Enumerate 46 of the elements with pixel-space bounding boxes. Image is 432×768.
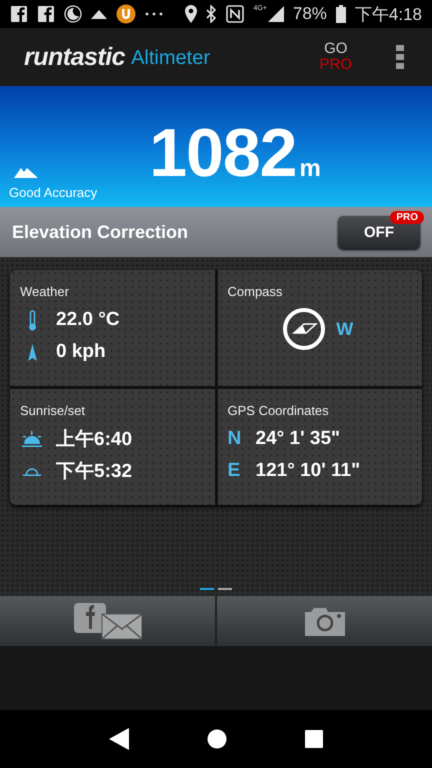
- tile-title: GPS Coordinates: [228, 403, 330, 418]
- clock: 下午4:18: [354, 4, 422, 26]
- compass-icon: [282, 307, 326, 351]
- moon-icon: [64, 5, 82, 23]
- coordinate-value: 121° 10' 11": [256, 460, 360, 482]
- mountain-icon: [14, 166, 38, 178]
- tile-title: Weather: [20, 284, 70, 299]
- altitude-value: 1082: [149, 115, 296, 191]
- accuracy-label: Good Accuracy: [9, 185, 98, 200]
- more-notifications-icon: [145, 12, 163, 16]
- back-icon: [109, 728, 129, 750]
- coordinate-value: 24° 1' 35": [256, 428, 340, 450]
- u-letter-icon: [116, 4, 136, 24]
- tile-value: 22.0 °C: [56, 309, 120, 331]
- altitude-unit: m: [299, 155, 321, 182]
- go-pro-button[interactable]: GO PRO: [319, 41, 352, 73]
- battery-percent: 78%: [292, 4, 327, 24]
- tile-value: 下午5:32: [56, 460, 132, 484]
- bluetooth-icon: [206, 5, 218, 23]
- mountain-icon: [91, 9, 107, 19]
- tile-value: 0 kph: [56, 341, 106, 363]
- recents-icon: [305, 730, 323, 748]
- home-icon: [207, 729, 227, 749]
- facebook-mail-icon: [74, 602, 142, 640]
- camera-icon: [304, 606, 344, 636]
- sunset-icon: [23, 466, 41, 476]
- coordinate-axis: E: [228, 460, 242, 482]
- app-title: Altimeter: [131, 46, 210, 70]
- compass-direction: W: [336, 318, 354, 340]
- pro-badge: PRO: [390, 210, 424, 224]
- sunrise-icon: [22, 431, 42, 447]
- direction-arrow-icon: [28, 344, 36, 360]
- coordinate-axis: N: [228, 428, 242, 450]
- app-logo: runtastic: [24, 42, 126, 72]
- elevation-correction-label: Elevation Correction: [12, 222, 190, 242]
- tile-title: Compass: [228, 284, 284, 299]
- location-icon: [185, 5, 198, 23]
- tile-title: Sunrise/set: [20, 403, 86, 418]
- thermometer-icon: [28, 310, 36, 330]
- facebook-icon: [37, 5, 55, 23]
- signal-icon: [268, 6, 284, 22]
- overflow-menu-icon: [396, 45, 404, 69]
- battery-icon: [336, 5, 346, 23]
- facebook-icon: [10, 5, 28, 23]
- tile-value: 上午6:40: [56, 428, 132, 452]
- nfc-icon: [226, 5, 244, 23]
